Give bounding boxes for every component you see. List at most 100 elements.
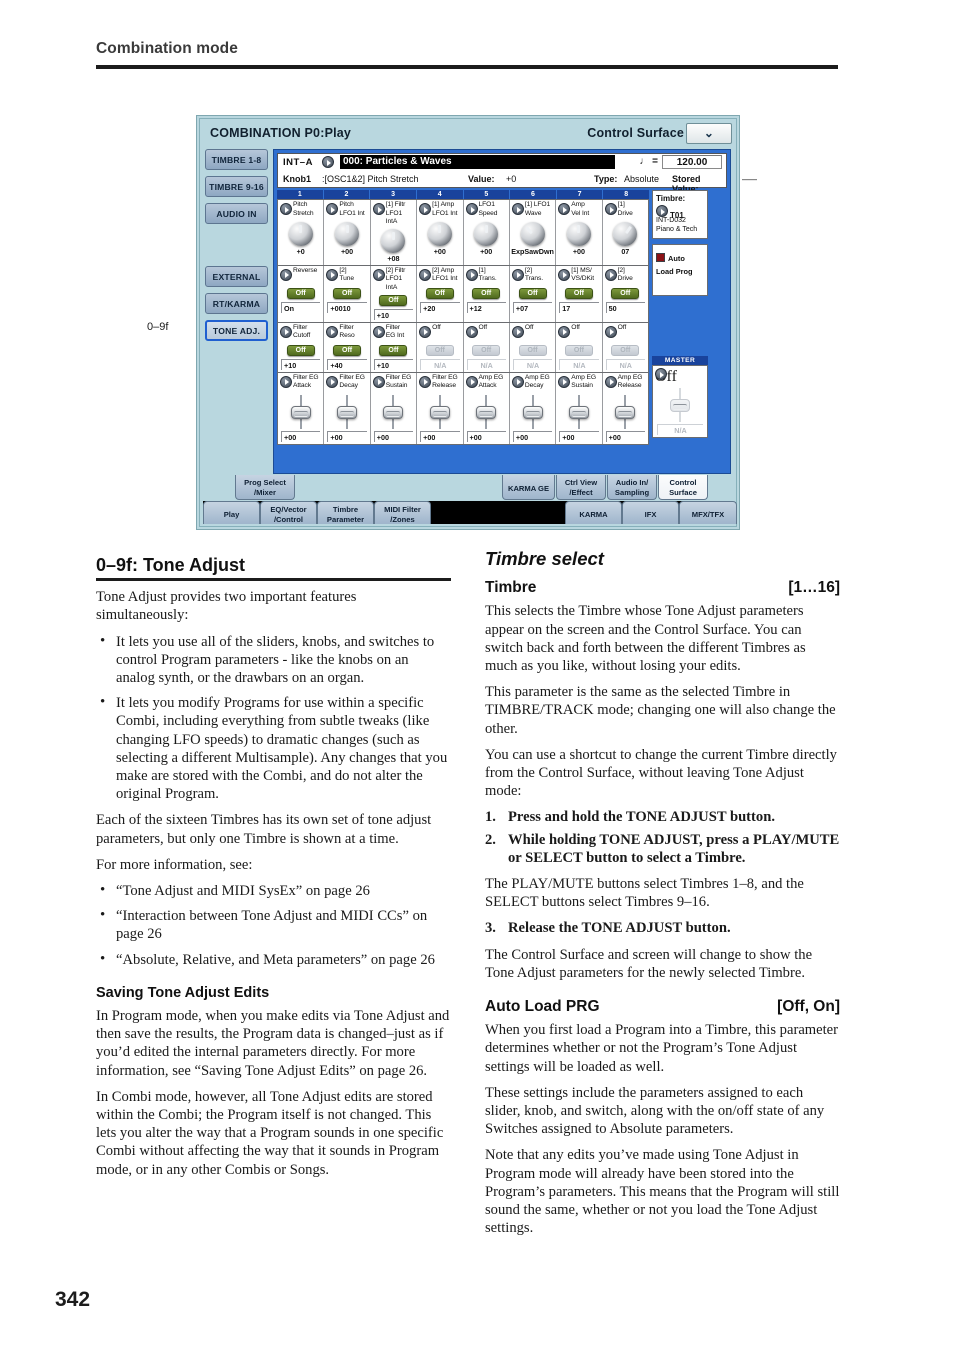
popup-arrow-icon[interactable] (604, 268, 617, 281)
tab-midi-filter-zones[interactable]: MIDI Filter /Zones (374, 501, 431, 524)
slider-control[interactable] (290, 394, 311, 429)
toggle-switch[interactable]: Off (611, 344, 640, 356)
slider-cell: Amp EG Decay +00 (510, 372, 557, 444)
slider-control[interactable] (615, 394, 636, 429)
program-name-field[interactable]: 000: Particles & Waves (340, 155, 615, 169)
toggle-switch[interactable]: Off (379, 294, 408, 306)
toggle-switch[interactable]: Off (425, 344, 454, 356)
popup-arrow-icon[interactable] (604, 203, 617, 215)
timbre-column: Timbre: T01 INT-D032 Piano & Tech Auto L… (652, 190, 708, 470)
popup-arrow-icon[interactable] (558, 268, 571, 281)
master-slider[interactable] (670, 388, 690, 423)
toggle-switch[interactable]: Off (564, 287, 593, 299)
slider-control[interactable] (568, 394, 589, 429)
popup-arrow-icon[interactable] (465, 268, 478, 281)
popup-arrow-icon[interactable] (558, 203, 571, 215)
toggle-switch[interactable]: Off (472, 287, 501, 299)
popup-arrow-icon[interactable] (280, 375, 292, 388)
tab-karma-ge[interactable]: KARMA GE (502, 475, 555, 500)
popup-arrow-icon[interactable] (326, 268, 339, 281)
knob-dial[interactable] (474, 222, 499, 246)
popup-arrow-icon[interactable] (419, 375, 432, 388)
slider-control[interactable] (522, 394, 543, 429)
toggle-switch[interactable]: Off (472, 344, 501, 356)
tab-ctrl-view-effect[interactable]: Ctrl View /Effect (556, 475, 606, 500)
popup-arrow-icon[interactable] (465, 375, 478, 388)
control-caption-line2: Stretch (293, 209, 314, 217)
popup-arrow-icon[interactable] (465, 203, 478, 215)
popup-arrow-icon[interactable] (280, 268, 292, 281)
popup-arrow-icon[interactable] (558, 375, 571, 388)
toggle-switch[interactable]: Off (518, 344, 547, 356)
control-caption-line2: Attack (478, 382, 497, 390)
popup-arrow-icon[interactable] (372, 375, 385, 388)
control-caption-line2: Drive (617, 275, 633, 283)
toggle-switch[interactable]: Off (518, 287, 547, 299)
tab-label-line1: IFX (644, 510, 657, 519)
popup-arrow-icon[interactable] (372, 325, 385, 338)
auto-load-checkbox[interactable] (656, 253, 665, 263)
tab-ifx[interactable]: IFX (622, 501, 679, 524)
auto-load-prog-box[interactable]: Auto Load Prog (652, 244, 708, 297)
popup-arrow-icon[interactable] (558, 325, 571, 338)
slider-control[interactable] (476, 394, 497, 429)
popup-arrow-icon[interactable] (326, 203, 339, 215)
sidebar-item-external[interactable]: EXTERNAL (205, 266, 268, 287)
timbre-popup-icon[interactable] (656, 205, 668, 217)
knob-dial[interactable] (427, 222, 452, 246)
sidebar-item-timbre-9-16[interactable]: TIMBRE 9-16 (205, 176, 268, 197)
popup-arrow-icon[interactable] (511, 203, 524, 215)
slider-cell: Amp EG Sustain +00 (556, 372, 603, 444)
popup-arrow-icon[interactable] (604, 325, 617, 338)
sidebar-item-audio-in[interactable]: AUDIO IN (205, 203, 268, 224)
knob-dial[interactable] (613, 222, 638, 246)
tab-control-surface[interactable]: Control Surface (658, 475, 708, 500)
sidebar-item-timbre-1-8[interactable]: TIMBRE 1-8 (205, 149, 268, 170)
popup-arrow-icon[interactable] (419, 325, 432, 338)
timbre-select-box[interactable]: Timbre: T01 INT-D032 Piano & Tech (652, 190, 708, 240)
program-popup-icon[interactable] (322, 156, 334, 168)
toggle-switch[interactable]: Off (333, 344, 362, 356)
slider-control[interactable] (429, 394, 450, 429)
popup-arrow-icon[interactable] (419, 203, 432, 215)
slider-control[interactable] (337, 394, 358, 429)
toggle-switch[interactable]: Off (379, 344, 408, 356)
tempo-field[interactable]: 120.00 (662, 155, 722, 169)
popup-arrow-icon[interactable] (326, 375, 339, 388)
toggle-switch[interactable]: Off (564, 344, 593, 356)
knob-dial[interactable] (381, 228, 406, 253)
knob-dial[interactable] (335, 222, 360, 246)
toggle-switch[interactable]: Off (333, 287, 362, 299)
toggle-switch[interactable]: Off (611, 287, 640, 299)
popup-arrow-icon[interactable] (280, 325, 292, 338)
tab-label-line2: Surface (669, 487, 697, 497)
knob-dial[interactable] (288, 222, 313, 246)
tab-karma[interactable]: KARMA (565, 501, 622, 524)
toggle-switch[interactable]: Off (286, 287, 315, 299)
toggle-switch[interactable]: Off (425, 287, 454, 299)
popup-arrow-icon[interactable] (511, 325, 524, 338)
tab-mfx-tfx[interactable]: MFX/TFX (679, 501, 737, 524)
tab-timbre-parameter[interactable]: Timbre Parameter (317, 501, 374, 524)
control-caption-line1: Pitch (339, 201, 354, 208)
tab-audio-in-sampling[interactable]: Audio In/ Sampling (607, 475, 657, 500)
sidebar-item-tone-adj[interactable]: TONE ADJ. (205, 320, 268, 341)
popup-arrow-icon[interactable] (372, 203, 385, 215)
popup-arrow-icon[interactable] (372, 268, 385, 281)
sidebar-item-rt-karma[interactable]: RT/KARMA (205, 293, 268, 314)
slider-control[interactable] (383, 394, 404, 429)
popup-arrow-icon[interactable] (280, 203, 292, 215)
popup-arrow-icon[interactable] (604, 375, 617, 388)
popup-arrow-icon[interactable] (465, 325, 478, 338)
tab-eq-vector-control[interactable]: EQ/Vector /Control (260, 501, 317, 524)
page-menu-button[interactable]: ⌄ (686, 123, 732, 144)
popup-arrow-icon[interactable] (511, 268, 524, 281)
tab-prog-select-mixer[interactable]: Prog Select /Mixer (235, 475, 295, 500)
popup-arrow-icon[interactable] (326, 325, 339, 338)
popup-arrow-icon[interactable] (419, 268, 432, 281)
knob-dial[interactable] (566, 222, 591, 246)
tab-play[interactable]: Play (203, 501, 260, 524)
popup-arrow-icon[interactable] (511, 375, 524, 388)
knob-dial[interactable] (520, 222, 545, 246)
toggle-switch[interactable]: Off (286, 344, 315, 356)
